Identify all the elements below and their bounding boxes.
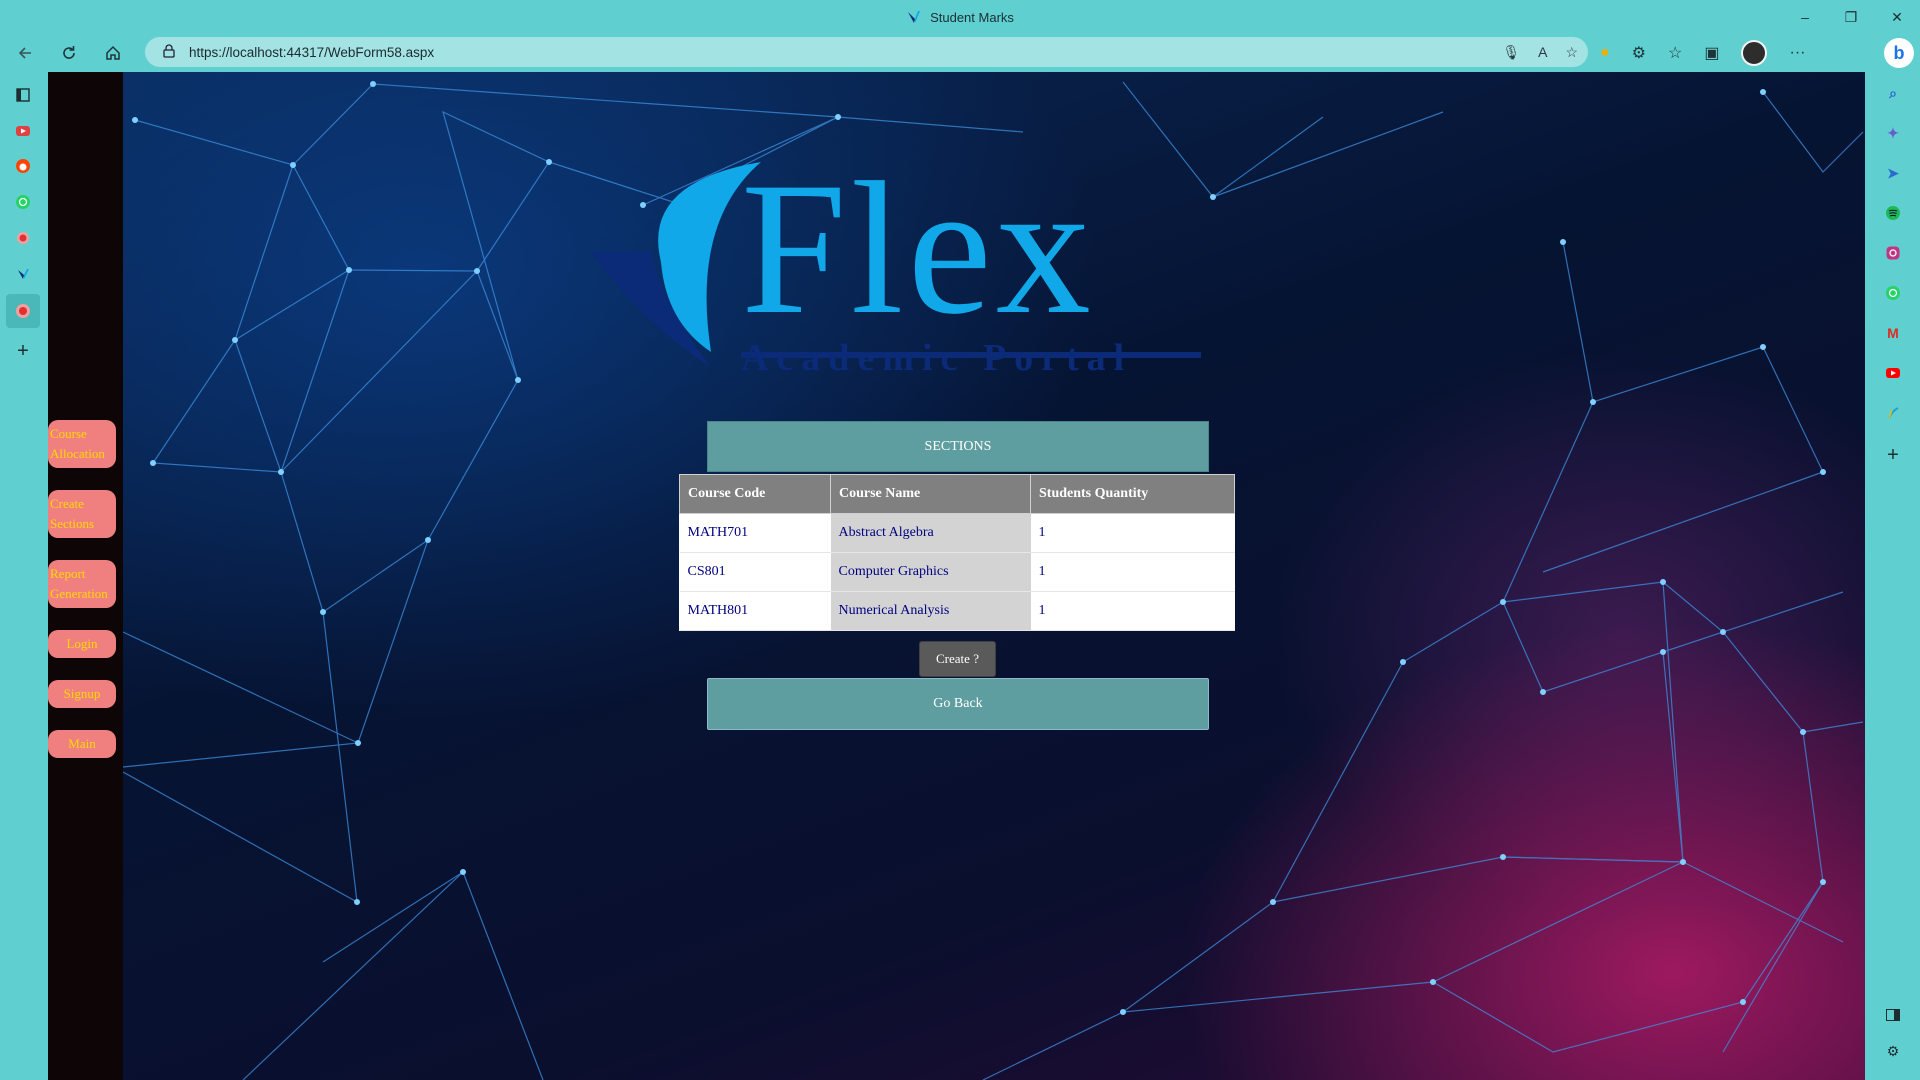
- students-quantity-cell: 1: [1030, 552, 1235, 592]
- copilot-icon[interactable]: ✦: [1882, 122, 1904, 144]
- new-tab-plus-icon[interactable]: +: [12, 340, 34, 362]
- flex-icon[interactable]: [1882, 402, 1904, 424]
- side-nav: Course Allocation Create Sections Report…: [48, 72, 123, 1080]
- gmail-icon[interactable]: M: [1882, 322, 1904, 344]
- spotify-icon[interactable]: [1882, 202, 1904, 224]
- whatsapp-icon[interactable]: [1882, 282, 1904, 304]
- main-button[interactable]: Main: [48, 730, 116, 758]
- refresh-icon[interactable]: [50, 37, 88, 69]
- login-button[interactable]: Login: [48, 630, 116, 658]
- instagram-icon[interactable]: [1882, 242, 1904, 264]
- browser-titlebar: Student Marks – ❐ ✕: [0, 0, 1920, 34]
- table-header-row: Course Code Course Name Students Quantit…: [679, 474, 1235, 514]
- vertical-tab-strip: +: [0, 72, 48, 1080]
- flex-favicon-icon: [908, 11, 921, 23]
- signup-button[interactable]: Signup: [48, 680, 116, 708]
- students-quantity-cell: 1: [1030, 513, 1235, 553]
- back-arrow-icon[interactable]: [6, 37, 44, 69]
- minimize-button[interactable]: –: [1782, 0, 1828, 34]
- table-row: MATH701 Abstract Algebra 1: [679, 513, 1235, 553]
- address-bar[interactable]: https://localhost:44317/WebForm58.aspx 🎙…: [145, 37, 1588, 67]
- whatsapp-tab-icon[interactable]: [12, 191, 34, 213]
- favorites-icon[interactable]: ☆: [1668, 43, 1682, 63]
- table-row: CS801 Computer Graphics 1: [679, 552, 1235, 592]
- extension-icon[interactable]: ●: [1600, 44, 1610, 62]
- column-header-students-quantity: Students Quantity: [1030, 474, 1235, 514]
- sections-header: SECTIONS: [707, 421, 1209, 472]
- create-sections-button[interactable]: Create Sections: [48, 490, 116, 538]
- restore-button[interactable]: ❐: [1828, 0, 1874, 34]
- logo-word: Flex: [741, 144, 1095, 354]
- send-icon[interactable]: ➤: [1882, 162, 1904, 184]
- youtube-tab-icon[interactable]: [12, 120, 34, 142]
- page-viewport: Course Allocation Create Sections Report…: [48, 72, 1865, 1080]
- column-header-course-code: Course Code: [679, 474, 831, 514]
- read-aloud-icon[interactable]: A: [1538, 44, 1547, 60]
- profile-avatar[interactable]: [1741, 40, 1768, 66]
- course-name-cell: Numerical Analysis: [830, 591, 1031, 631]
- course-name-cell: Computer Graphics: [830, 552, 1031, 592]
- flex-logo: Flex Academic Portal: [571, 112, 1331, 378]
- edge-sidebar: ⌕ ✦ ➤ M + ⚙: [1865, 72, 1920, 1080]
- home-icon[interactable]: [94, 37, 132, 69]
- puzzle-icon[interactable]: ⚙: [1632, 43, 1646, 63]
- course-allocation-button[interactable]: Course Allocation: [48, 420, 116, 468]
- collections-icon[interactable]: ▣: [1704, 43, 1719, 63]
- url-text[interactable]: https://localhost:44317/WebForm58.aspx: [189, 45, 434, 60]
- lock-icon[interactable]: [163, 43, 175, 61]
- bing-copilot-icon[interactable]: b: [1884, 38, 1914, 68]
- add-favorite-icon[interactable]: ☆: [1565, 44, 1578, 61]
- window-title: Student Marks: [906, 9, 1014, 25]
- search-icon[interactable]: ⌕: [1882, 82, 1904, 104]
- sidebar-toggle-icon[interactable]: [12, 84, 34, 106]
- settings-icon[interactable]: ⚙: [1882, 1040, 1904, 1062]
- active-record-tab-icon[interactable]: [6, 294, 40, 328]
- microphone-icon[interactable]: 🎙: [1502, 44, 1520, 61]
- course-code-cell: CS801: [679, 552, 831, 592]
- flex-tab-icon[interactable]: [12, 263, 34, 285]
- students-quantity-cell: 1: [1030, 591, 1235, 631]
- logo-subtitle: Academic Portal: [741, 337, 1133, 379]
- reddit-tab-icon[interactable]: [12, 155, 34, 177]
- go-back-button[interactable]: Go Back: [707, 678, 1209, 730]
- sections-table: Course Code Course Name Students Quantit…: [679, 474, 1235, 631]
- more-icon[interactable]: ···: [1789, 44, 1805, 62]
- table-row: MATH801 Numerical Analysis 1: [679, 591, 1235, 631]
- add-icon[interactable]: +: [1882, 444, 1904, 466]
- tab-title: Student Marks: [930, 9, 1014, 25]
- close-button[interactable]: ✕: [1874, 0, 1920, 34]
- youtube-icon[interactable]: [1882, 362, 1904, 384]
- column-header-course-name: Course Name: [830, 474, 1031, 514]
- course-code-cell: MATH701: [679, 513, 831, 553]
- create-button[interactable]: Create ?: [919, 641, 996, 677]
- course-name-cell: Abstract Algebra: [830, 513, 1031, 553]
- course-code-cell: MATH801: [679, 591, 831, 631]
- report-generation-button[interactable]: Report Generation: [48, 560, 116, 608]
- record-tab-icon[interactable]: [12, 227, 34, 249]
- split-screen-icon[interactable]: [1882, 1004, 1904, 1026]
- browser-toolbar: https://localhost:44317/WebForm58.aspx 🎙…: [0, 34, 1920, 72]
